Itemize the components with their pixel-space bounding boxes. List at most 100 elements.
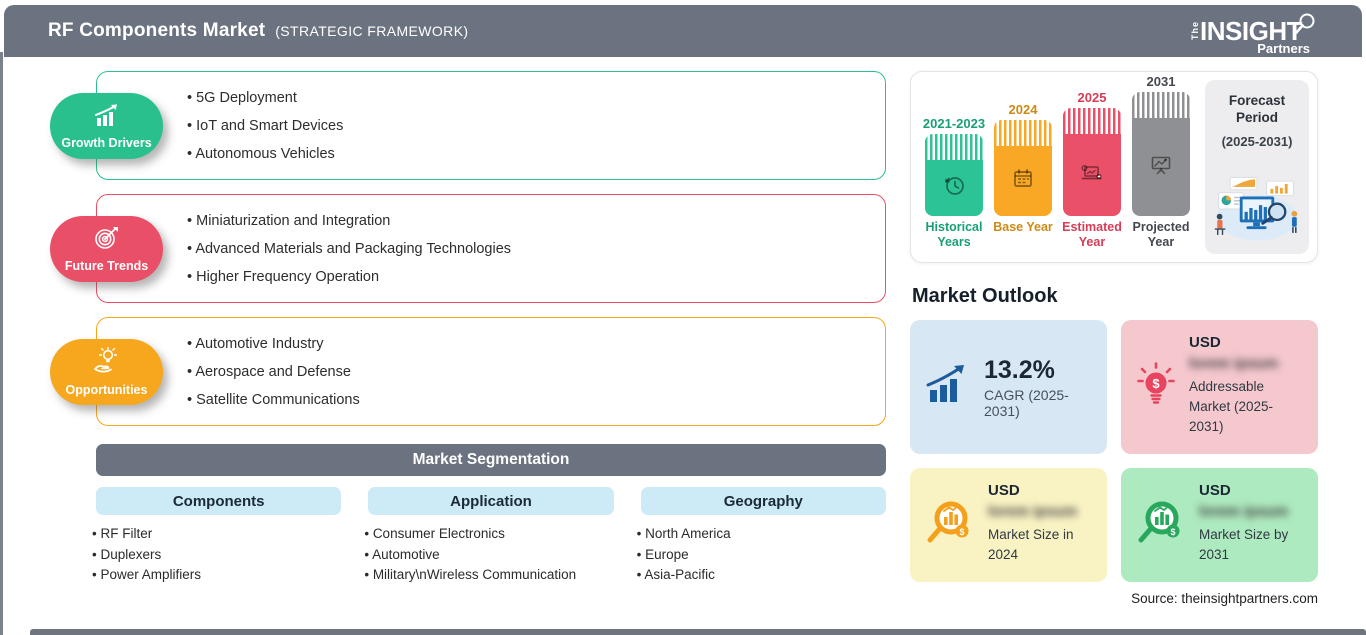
header: RF Components Market (STRATEGIC FRAMEWOR… (4, 5, 1362, 57)
bullet-item: Military\nWireless Communication (364, 565, 613, 586)
bullet-item: Automotive (364, 545, 613, 566)
bullet-item: IoT and Smart Devices (187, 112, 343, 140)
growth-drivers-box: 5G Deployment IoT and Smart Devices Auto… (96, 71, 886, 180)
timeline-bar-base: 2024 Base Year (993, 102, 1053, 252)
timeline-bar-rect (1063, 108, 1121, 216)
segmentation-columns: Components RF Filter Duplexers Power Amp… (48, 487, 886, 586)
column-header: Components (96, 487, 342, 515)
addressable-market-card: $ USD lorem ipsum Addressable Market (20… (1121, 320, 1318, 454)
timeline-label: Estimated Year (1062, 220, 1122, 249)
timeline-bar-historical: 2021-2023 Historical Years (923, 116, 985, 252)
magnifier-chart-icon: $ (924, 497, 976, 554)
svg-text:$: $ (1152, 376, 1160, 391)
bar-body (994, 146, 1052, 216)
bar-stripes (994, 120, 1052, 146)
bar-body (925, 160, 983, 216)
bulb-hand-icon (91, 346, 123, 382)
svg-text:$: $ (959, 527, 964, 537)
market-segmentation-bar: Market Segmentation (96, 444, 886, 476)
logo-the: The (1190, 21, 1201, 41)
insight-partners-logo: The INSIGHT Partners (1190, 13, 1316, 56)
masked-value: lorem ipsum (988, 503, 1078, 520)
growth-drivers-list: 5G Deployment IoT and Smart Devices Auto… (187, 84, 343, 168)
bullet-item: Autonomous Vehicles (187, 140, 343, 168)
addressable-market-text: USD lorem ipsum Addressable Market (2025… (1189, 334, 1304, 440)
market-segmentation-title: Market Segmentation (412, 451, 570, 468)
bullet-item: Higher Frequency Operation (187, 263, 511, 291)
content: Growth Drivers 5G Deployment IoT and Sma… (48, 71, 1318, 606)
cagr-text: 13.2% CAGR (2025-2031) (984, 356, 1093, 419)
bullet-item: Europe (637, 545, 886, 566)
timeline-label: Base Year (993, 220, 1053, 234)
growth-drivers-badge: Growth Drivers (50, 92, 163, 159)
card-label: Addressable Market (2025-2031) (1189, 379, 1274, 434)
opportunities-list: Automotive Industry Aerospace and Defens… (187, 330, 360, 414)
bullet-item: Automotive Industry (187, 330, 360, 358)
timeline-year: 2031 (1146, 74, 1176, 89)
bullet-item: Asia-Pacific (637, 565, 886, 586)
application-list: Consumer Electronics Automotive Military… (364, 524, 613, 586)
section-growth-drivers: Growth Drivers 5G Deployment IoT and Sma… (50, 71, 886, 180)
logo-partners: Partners (1257, 41, 1310, 56)
cagr-card: 13.2% CAGR (2025-2031) (910, 320, 1107, 454)
components-list: RF Filter Duplexers Power Amplifiers (92, 524, 341, 586)
bottom-bar (30, 629, 1366, 635)
column-components: Components RF Filter Duplexers Power Amp… (92, 487, 342, 586)
column-application: Application Consumer Electronics Automot… (364, 487, 614, 586)
bar-stripes (925, 134, 983, 160)
currency-label: USD (988, 482, 1020, 499)
market-size-2031-text: USD lorem ipsum Market Size by 2031 (1199, 482, 1304, 568)
column-header: Geography (640, 487, 886, 515)
timeline-label: Historical Years (925, 220, 983, 249)
svg-text:$: $ (1170, 527, 1175, 537)
badge-label: Growth Drivers (61, 135, 152, 150)
timeline-label: Projected Year (1132, 220, 1190, 249)
forecast-period-panel: Forecast Period (2025-2031) (1205, 80, 1309, 254)
currency-label: USD (1199, 482, 1231, 499)
masked-value: lorem ipsum (1199, 503, 1289, 520)
research-timeline-card: 2021-2023 Historical Years 2024 Base Yea… (910, 71, 1318, 263)
cagr-value: 13.2% (984, 355, 1055, 384)
page-title: RF Components Market (48, 20, 266, 41)
timeline-bar-rect (994, 120, 1052, 216)
market-size-2024-card: $ USD lorem ipsum Market Size in 2024 (910, 468, 1107, 582)
timeline-bar-rect (1132, 92, 1190, 216)
infographic-page: RF Components Market (STRATEGIC FRAMEWOR… (0, 0, 1366, 635)
bar-body (1132, 118, 1190, 216)
calendar-icon (1010, 166, 1036, 197)
bullet-item: RF Filter (92, 524, 341, 545)
bar-body (1063, 134, 1121, 216)
bullet-item: Advanced Materials and Packaging Technol… (187, 235, 511, 263)
bullet-item: Consumer Electronics (364, 524, 613, 545)
badge-label: Opportunities (65, 382, 148, 397)
badge-label: Future Trends (64, 258, 149, 273)
cagr-label: CAGR (2025-2031) (984, 386, 1069, 419)
bulb-dollar-icon: $ (1135, 361, 1177, 414)
bullet-item: North America (637, 524, 886, 545)
card-label: Market Size in 2024 (988, 527, 1074, 562)
bar-stripes (1063, 108, 1121, 134)
opportunities-box: Automotive Industry Aerospace and Defens… (96, 317, 886, 426)
bullet-item: Duplexers (92, 545, 341, 566)
bullet-item: 5G Deployment (187, 84, 343, 112)
bullet-item: Miniaturization and Integration (187, 207, 511, 235)
bullet-item: Power Amplifiers (92, 565, 341, 586)
market-size-2024-text: USD lorem ipsum Market Size in 2024 (988, 482, 1093, 568)
column-geography: Geography North America Europe Asia-Paci… (637, 487, 886, 586)
section-opportunities: Opportunities Automotive Industry Aerosp… (50, 317, 886, 426)
market-outlook-grid: 13.2% CAGR (2025-2031) $ USD lorem ipsum… (910, 320, 1318, 582)
laptop-gear-icon (1078, 160, 1106, 191)
future-trends-box: Miniaturization and Integration Advanced… (96, 194, 886, 303)
source-text: Source: theinsightpartners.com (1131, 591, 1318, 606)
timeline-bar-rect (925, 134, 983, 216)
projection-screen-icon (1148, 152, 1174, 183)
future-trends-badge: Future Trends (50, 215, 163, 282)
growth-chart-icon (924, 363, 972, 412)
bar-stripes (1132, 92, 1190, 118)
timeline-year: 2024 (1008, 102, 1038, 117)
forecast-period-range: (2025-2031) (1221, 134, 1293, 149)
growth-chart-icon (91, 102, 123, 135)
timeline-bar-estimated: 2025 Estimated Year (1062, 90, 1122, 252)
card-label: Market Size by 2031 (1199, 527, 1289, 562)
magnifier-icon (1292, 12, 1318, 43)
